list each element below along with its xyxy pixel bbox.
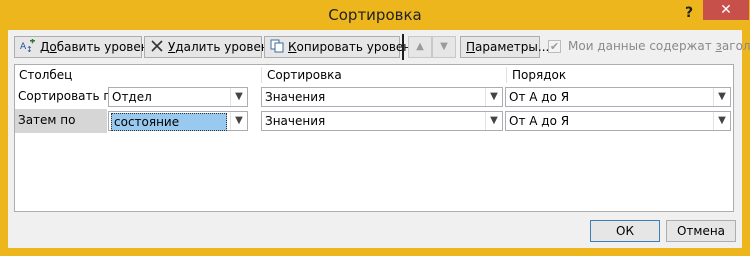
toolbar: A ↕ До бавить уровень Удалить уровень Копи… — [8, 30, 750, 64]
move-up-button[interactable]: ▲ — [408, 36, 432, 58]
delete-level-label-key: У — [168, 40, 176, 54]
column-header-sort-on: Сортировка — [267, 68, 342, 82]
delete-level-icon — [150, 39, 164, 56]
sort-on-select-value: Значения — [265, 114, 326, 128]
options-button[interactable]: Параметры... — [460, 36, 549, 58]
help-button[interactable]: ? — [678, 3, 700, 23]
order-select[interactable]: От А до Я ▼ — [505, 87, 731, 107]
delete-level-button[interactable]: Удалить уровень — [144, 36, 276, 58]
row-label: Затем по — [18, 113, 76, 127]
options-label-post: араметры... — [475, 40, 550, 54]
sort-on-select[interactable]: Значения ▼ — [261, 111, 503, 131]
move-down-button[interactable]: ▼ — [432, 36, 456, 58]
row-label-cell[interactable]: Сортировать по — [15, 85, 119, 109]
add-level-button[interactable]: A ↕ До бавить уровень — [14, 36, 156, 58]
column-select-value: Отдел — [112, 90, 152, 104]
copy-level-label-post: опировать уровень — [296, 40, 419, 54]
add-level-label-post: бавить уровень — [56, 40, 156, 54]
chevron-down-icon[interactable]: ▼ — [485, 112, 502, 130]
chevron-down-icon[interactable]: ▼ — [713, 112, 730, 130]
window-title: Сортировка — [328, 6, 422, 24]
row-label-cell[interactable]: Затем по — [15, 109, 107, 133]
delete-level-label-post: далить уровень — [175, 40, 276, 54]
title-bar[interactable]: Сортировка ? ✕ — [0, 0, 750, 30]
headers-checkbox-label[interactable]: Мои данные содержат заголовки — [568, 39, 750, 53]
sort-levels-grid: Столбец Сортировка Порядок Сортировать п… — [14, 64, 734, 212]
dialog-body: A ↕ До бавить уровень Удалить уровень Копи… — [8, 30, 750, 248]
svg-text:↕: ↕ — [26, 45, 33, 53]
headers-label-pre: Мои данные содержат — [568, 39, 716, 53]
chevron-down-icon[interactable]: ▼ — [230, 112, 247, 130]
cancel-button[interactable]: Отмена — [666, 220, 736, 242]
headers-checkbox[interactable]: ✔ — [548, 40, 561, 53]
options-label-key: П — [466, 40, 476, 54]
chevron-down-icon[interactable]: ▼ — [485, 88, 502, 106]
chevron-down-icon[interactable]: ▼ — [230, 88, 247, 106]
headers-label-post: аголовки — [721, 39, 750, 53]
close-button[interactable]: ✕ — [703, 0, 749, 20]
column-select-value: состояние — [111, 113, 227, 131]
header-divider — [506, 67, 507, 83]
toolbar-divider — [402, 34, 404, 60]
checkmark-icon: ✔ — [549, 40, 560, 53]
order-select-value: От А до Я — [509, 114, 570, 128]
sort-dialog: Сортировка ? ✕ A ↕ До бавить уровень Удали… — [0, 0, 750, 256]
copy-level-label-key: К — [288, 40, 297, 54]
add-level-icon: A ↕ — [20, 37, 36, 56]
copy-level-icon — [270, 39, 284, 56]
sort-on-select[interactable]: Значения ▼ — [261, 87, 503, 107]
header-divider — [261, 67, 262, 83]
move-up-icon: ▲ — [416, 41, 424, 52]
row-label: Сортировать по — [18, 89, 119, 103]
chevron-down-icon[interactable]: ▼ — [713, 88, 730, 106]
column-header-order: Порядок — [512, 68, 567, 82]
sort-on-select-value: Значения — [265, 90, 326, 104]
ok-button[interactable]: ОК — [590, 220, 660, 242]
order-select[interactable]: От А до Я ▼ — [505, 111, 731, 131]
sort-level-row[interactable]: Сортировать по Отдел ▼ Значения ▼ От А д… — [15, 85, 733, 109]
add-level-label-pre: Д — [40, 40, 50, 54]
add-level-label-key: о — [49, 40, 57, 54]
move-down-icon: ▼ — [440, 41, 448, 52]
copy-level-button[interactable]: Копировать уровень — [264, 36, 418, 58]
column-header-column: Столбец — [19, 68, 73, 82]
column-select[interactable]: состояние ▼ — [108, 111, 248, 131]
sort-level-row[interactable]: Затем по состояние ▼ Значения ▼ От А до … — [15, 109, 733, 133]
order-select-value: От А до Я — [509, 90, 570, 104]
column-select[interactable]: Отдел ▼ — [108, 87, 248, 107]
